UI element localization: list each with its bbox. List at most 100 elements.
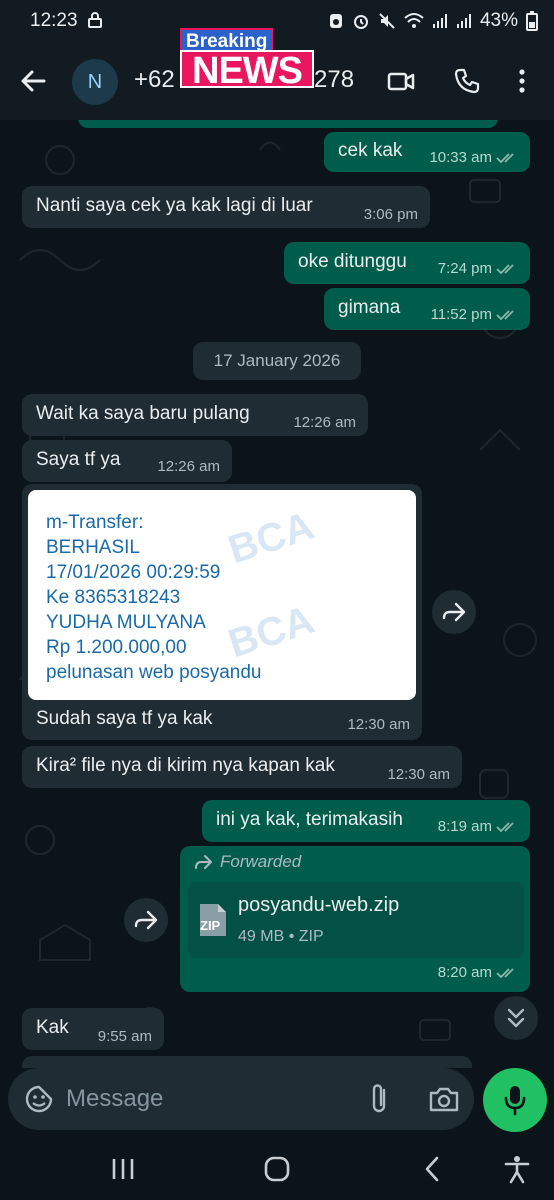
double-tick-icon <box>496 822 514 833</box>
message-input-bar <box>8 1068 474 1130</box>
message-bubble-incoming[interactable]: Wait ka saya baru pulang 12:26 am <box>22 394 368 436</box>
breaking-label: Breaking <box>180 28 274 52</box>
message-text: ini ya kak, terimakasih <box>216 809 403 830</box>
chat-area[interactable]: cek kak 10:33 am Nanti saya cek ya kak l… <box>0 120 554 1068</box>
message-bubble-partial <box>22 1056 472 1068</box>
mute-icon <box>379 13 395 29</box>
mic-button[interactable] <box>483 1068 547 1132</box>
emoji-sticker-icon[interactable] <box>24 1084 54 1114</box>
message-bubble-outgoing[interactable]: oke ditunggu 7:24 pm <box>284 242 530 284</box>
receipt-line: Rp 1.200.000,00 <box>46 637 187 658</box>
recent-apps-icon[interactable] <box>108 1154 138 1184</box>
message-time: 12:26 am <box>293 414 356 431</box>
signal-icon-2 <box>456 14 471 28</box>
image-message[interactable]: BCA BCA m-Transfer: BERHASIL 17/01/2026 … <box>22 484 422 740</box>
message-bubble-outgoing[interactable]: cek kak 10:33 am <box>324 132 530 172</box>
file-type-label: ZIP <box>200 918 221 933</box>
message-time: 3:06 pm <box>363 206 418 223</box>
message-meta: 11:52 pm <box>431 306 518 323</box>
message-bubble-incoming[interactable]: Kira² file nya di kirim nya kapan kak 12… <box>22 746 462 788</box>
message-bubble-outgoing[interactable]: ini ya kak, terimakasih 8:19 am <box>202 800 530 842</box>
double-tick-icon <box>496 264 514 275</box>
message-input[interactable] <box>66 1080 366 1118</box>
message-time: 11:52 pm <box>430 306 492 323</box>
message-text: Nanti saya cek ya kak lagi di luar <box>36 195 313 216</box>
whatsapp-chat-screen: 12:23 43% N +62 278 Breaking NEWS cek ka… <box>0 0 554 1200</box>
double-tick-icon <box>496 968 514 979</box>
video-call-icon[interactable] <box>386 66 416 96</box>
receipt-line: YUDHA MULYANA <box>46 612 206 633</box>
receipt-line: Ke 8365318243 <box>46 587 181 608</box>
bca-watermark: BCA <box>223 503 320 573</box>
avatar[interactable]: N <box>72 59 118 105</box>
chat-header: N +62 278 Breaking NEWS <box>0 28 554 120</box>
receipt-line: m-Transfer: <box>46 512 144 533</box>
forward-button[interactable] <box>124 898 168 942</box>
message-bubble-outgoing[interactable]: gimana 11:52 pm <box>324 288 530 330</box>
more-options-icon[interactable] <box>512 66 532 96</box>
message-time: 9:55 am <box>97 1028 152 1045</box>
message-time: 12:30 am <box>387 766 450 783</box>
wifi-icon <box>404 13 424 28</box>
message-text: Saya tf ya <box>36 449 121 470</box>
receipt-line: pelunasan web posyandu <box>46 662 262 683</box>
file-info: 49 MB • ZIP <box>238 928 324 945</box>
alarm-icon <box>353 15 368 29</box>
message-text: gimana <box>338 297 401 318</box>
back-arrow-icon[interactable] <box>18 66 48 96</box>
message-text: Kak <box>36 1017 69 1038</box>
camera-icon[interactable] <box>428 1084 460 1114</box>
notification-icon <box>329 14 342 28</box>
message-text: cek kak <box>338 140 403 161</box>
back-nav-icon[interactable] <box>418 1154 448 1184</box>
battery-text: 43% <box>479 10 518 31</box>
transfer-receipt-image[interactable]: BCA BCA m-Transfer: BERHASIL 17/01/2026 … <box>28 490 416 700</box>
receipt-line: BERHASIL <box>46 537 140 558</box>
home-icon[interactable] <box>262 1154 292 1184</box>
message-meta: 8:19 am <box>438 818 518 835</box>
bca-watermark-2: BCA <box>223 597 320 667</box>
double-tick-icon <box>496 310 514 321</box>
message-time: 7:24 pm <box>437 260 492 277</box>
forward-button[interactable] <box>432 590 476 634</box>
message-bubble-incoming[interactable]: Kak 9:55 am <box>22 1008 164 1050</box>
forward-icon <box>442 602 466 622</box>
message-text: Wait ka saya baru pulang <box>36 403 250 424</box>
breaking-news-overlay: Breaking NEWS <box>180 28 314 90</box>
contact-prefix: +62 <box>134 66 175 93</box>
message-time: 12:26 am <box>157 458 220 475</box>
message-bubble-partial <box>78 120 498 128</box>
forwarded-icon <box>195 855 212 869</box>
file-attachment[interactable]: ZIP posyandu-web.zip 49 MB • ZIP <box>188 882 524 958</box>
receipt-line: 17/01/2026 00:29:59 <box>46 562 221 583</box>
forward-icon <box>134 910 158 930</box>
signal-icon <box>432 14 447 28</box>
scroll-down-icon <box>507 1008 525 1028</box>
file-name: posyandu-web.zip <box>238 894 400 916</box>
contact-suffix: 278 <box>314 66 355 93</box>
message-bubble-incoming[interactable]: Saya tf ya 12:26 am <box>22 440 232 482</box>
message-meta: 10:33 am <box>429 149 518 166</box>
attach-icon[interactable] <box>364 1082 394 1116</box>
battery-icon <box>526 11 538 31</box>
status-time: 12:23 <box>30 10 78 31</box>
message-time: 8:20 am <box>437 964 492 981</box>
message-meta: 8:20 am <box>438 964 518 981</box>
message-time: 8:19 am <box>437 818 492 835</box>
message-time: 10:33 am <box>429 149 492 166</box>
date-chip: 17 January 2026 <box>193 342 361 380</box>
mic-icon <box>504 1086 526 1116</box>
message-meta: 7:24 pm <box>438 260 518 277</box>
status-icons: 43% <box>328 10 538 32</box>
phone-icon[interactable] <box>452 66 482 96</box>
message-text: oke ditunggu <box>298 251 407 272</box>
accessibility-icon[interactable] <box>502 1154 532 1184</box>
lock-icon <box>88 12 102 28</box>
file-message[interactable]: Forwarded ZIP posyandu-web.zip 49 MB • Z… <box>180 846 530 992</box>
forwarded-label: Forwarded <box>220 852 302 871</box>
system-navigation-bar <box>0 1140 554 1200</box>
double-tick-icon <box>496 153 514 164</box>
scroll-down-button[interactable] <box>494 996 538 1040</box>
message-bubble-incoming[interactable]: Nanti saya cek ya kak lagi di luar 3:06 … <box>22 186 430 228</box>
message-time: 12:30 am <box>347 716 410 733</box>
